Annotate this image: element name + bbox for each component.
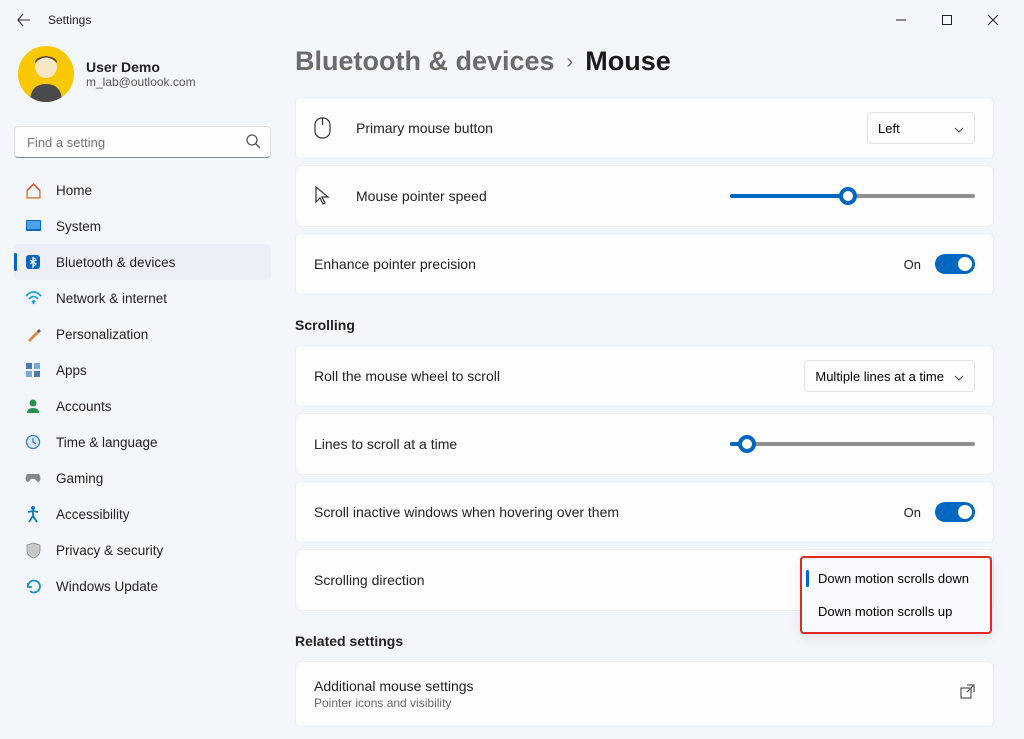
setting-label: Lines to scroll at a time xyxy=(314,436,457,452)
user-email: m_lab@outlook.com xyxy=(86,75,196,89)
home-icon xyxy=(24,181,42,199)
sidebar-item-gaming[interactable]: Gaming xyxy=(14,460,271,496)
sidebar-item-update[interactable]: Windows Update xyxy=(14,568,271,604)
scroll-direction-option[interactable]: Down motion scrolls down xyxy=(806,562,986,595)
main-panel: Bluetooth & devices › Mouse Primary mous… xyxy=(285,40,1024,739)
setting-label: Enhance pointer precision xyxy=(314,256,476,272)
update-icon xyxy=(24,577,42,595)
scroll-direction-option[interactable]: Down motion scrolls up xyxy=(806,595,986,628)
avatar xyxy=(18,46,74,102)
sidebar-item-bluetooth[interactable]: Bluetooth & devices xyxy=(14,244,271,280)
back-button[interactable] xyxy=(8,4,40,36)
close-icon xyxy=(988,15,998,25)
system-icon xyxy=(24,217,42,235)
option-label: Down motion scrolls up xyxy=(818,604,952,619)
enhance-precision-toggle[interactable] xyxy=(935,254,975,274)
setting-label: Scroll inactive windows when hovering ov… xyxy=(314,504,619,520)
sidebar-item-label: Gaming xyxy=(56,471,103,486)
setting-sublabel: Pointer icons and visibility xyxy=(314,696,474,710)
primary-button-dropdown[interactable]: Left xyxy=(867,112,975,144)
setting-label: Mouse pointer speed xyxy=(356,188,487,204)
sidebar-item-apps[interactable]: Apps xyxy=(14,352,271,388)
setting-label: Primary mouse button xyxy=(356,120,493,136)
sidebar-item-privacy[interactable]: Privacy & security xyxy=(14,532,271,568)
setting-pointer-speed: Mouse pointer speed xyxy=(295,165,994,227)
setting-label: Roll the mouse wheel to scroll xyxy=(314,368,500,384)
sidebar-item-time[interactable]: Time & language xyxy=(14,424,271,460)
sidebar-item-network[interactable]: Network & internet xyxy=(14,280,271,316)
sidebar-item-home[interactable]: Home xyxy=(14,172,271,208)
toggle-state: On xyxy=(904,505,921,520)
search-icon xyxy=(245,133,261,154)
person-icon xyxy=(24,397,42,415)
scroll-direction-flyout: Down motion scrolls down Down motion scr… xyxy=(800,556,992,634)
search-input[interactable] xyxy=(14,126,271,158)
nav: Home System Bluetooth & devices Network … xyxy=(14,172,271,604)
setting-primary-button: Primary mouse button Left xyxy=(295,97,994,159)
breadcrumb-parent[interactable]: Bluetooth & devices xyxy=(295,46,555,77)
chevron-down-icon xyxy=(954,369,964,384)
sidebar-item-accounts[interactable]: Accounts xyxy=(14,388,271,424)
sidebar: User Demo m_lab@outlook.com Home System xyxy=(0,40,285,739)
dropdown-value: Multiple lines at a time xyxy=(815,369,944,384)
maximize-button[interactable] xyxy=(924,4,970,36)
shield-icon xyxy=(24,541,42,559)
user-block[interactable]: User Demo m_lab@outlook.com xyxy=(14,40,271,120)
setting-additional-mouse[interactable]: Additional mouse settings Pointer icons … xyxy=(295,661,994,727)
bluetooth-icon xyxy=(24,253,42,271)
inactive-windows-toggle[interactable] xyxy=(935,502,975,522)
gamepad-icon xyxy=(24,469,42,487)
sidebar-item-label: Apps xyxy=(56,363,87,378)
clock-icon xyxy=(24,433,42,451)
sidebar-item-label: Windows Update xyxy=(56,579,158,594)
paint-icon xyxy=(24,325,42,343)
wifi-icon xyxy=(24,289,42,307)
sidebar-item-label: Privacy & security xyxy=(56,543,163,558)
roll-wheel-dropdown[interactable]: Multiple lines at a time xyxy=(804,360,975,392)
apps-icon xyxy=(24,361,42,379)
accessibility-icon xyxy=(24,505,42,523)
pointer-speed-slider[interactable] xyxy=(730,194,975,198)
sidebar-item-accessibility[interactable]: Accessibility xyxy=(14,496,271,532)
sidebar-item-label: Accessibility xyxy=(56,507,130,522)
sidebar-item-label: Bluetooth & devices xyxy=(56,255,175,270)
maximize-icon xyxy=(942,15,952,25)
popout-icon xyxy=(960,684,975,704)
setting-inactive-windows: Scroll inactive windows when hovering ov… xyxy=(295,481,994,543)
setting-label: Additional mouse settings xyxy=(314,678,474,694)
section-scrolling: Scrolling xyxy=(295,317,994,333)
sidebar-item-system[interactable]: System xyxy=(14,208,271,244)
window-controls xyxy=(878,4,1016,36)
window-title: Settings xyxy=(48,13,91,27)
sidebar-item-label: Network & internet xyxy=(56,291,167,306)
setting-roll-wheel: Roll the mouse wheel to scroll Multiple … xyxy=(295,345,994,407)
sidebar-item-label: Accounts xyxy=(56,399,112,414)
setting-label: Scrolling direction xyxy=(314,572,425,588)
sidebar-item-personalization[interactable]: Personalization xyxy=(14,316,271,352)
toggle-state: On xyxy=(904,257,921,272)
setting-lines-scroll: Lines to scroll at a time xyxy=(295,413,994,475)
close-button[interactable] xyxy=(970,4,1016,36)
titlebar: Settings xyxy=(0,0,1024,40)
sidebar-item-label: System xyxy=(56,219,101,234)
mouse-button-icon xyxy=(314,117,338,139)
sidebar-item-label: Personalization xyxy=(56,327,148,342)
option-label: Down motion scrolls down xyxy=(818,571,969,586)
breadcrumb: Bluetooth & devices › Mouse xyxy=(295,46,994,77)
minimize-icon xyxy=(896,15,906,25)
chevron-right-icon: › xyxy=(567,51,574,74)
chevron-down-icon xyxy=(954,121,964,136)
dropdown-value: Left xyxy=(878,121,900,136)
sidebar-item-label: Home xyxy=(56,183,92,198)
search-box xyxy=(14,126,271,158)
arrow-left-icon xyxy=(17,13,31,27)
cursor-icon xyxy=(314,186,338,206)
user-name: User Demo xyxy=(86,59,196,75)
setting-enhance-precision: Enhance pointer precision On xyxy=(295,233,994,295)
page-title: Mouse xyxy=(585,46,671,77)
sidebar-item-label: Time & language xyxy=(56,435,158,450)
lines-scroll-slider[interactable] xyxy=(730,442,975,446)
minimize-button[interactable] xyxy=(878,4,924,36)
section-related: Related settings xyxy=(295,633,994,649)
